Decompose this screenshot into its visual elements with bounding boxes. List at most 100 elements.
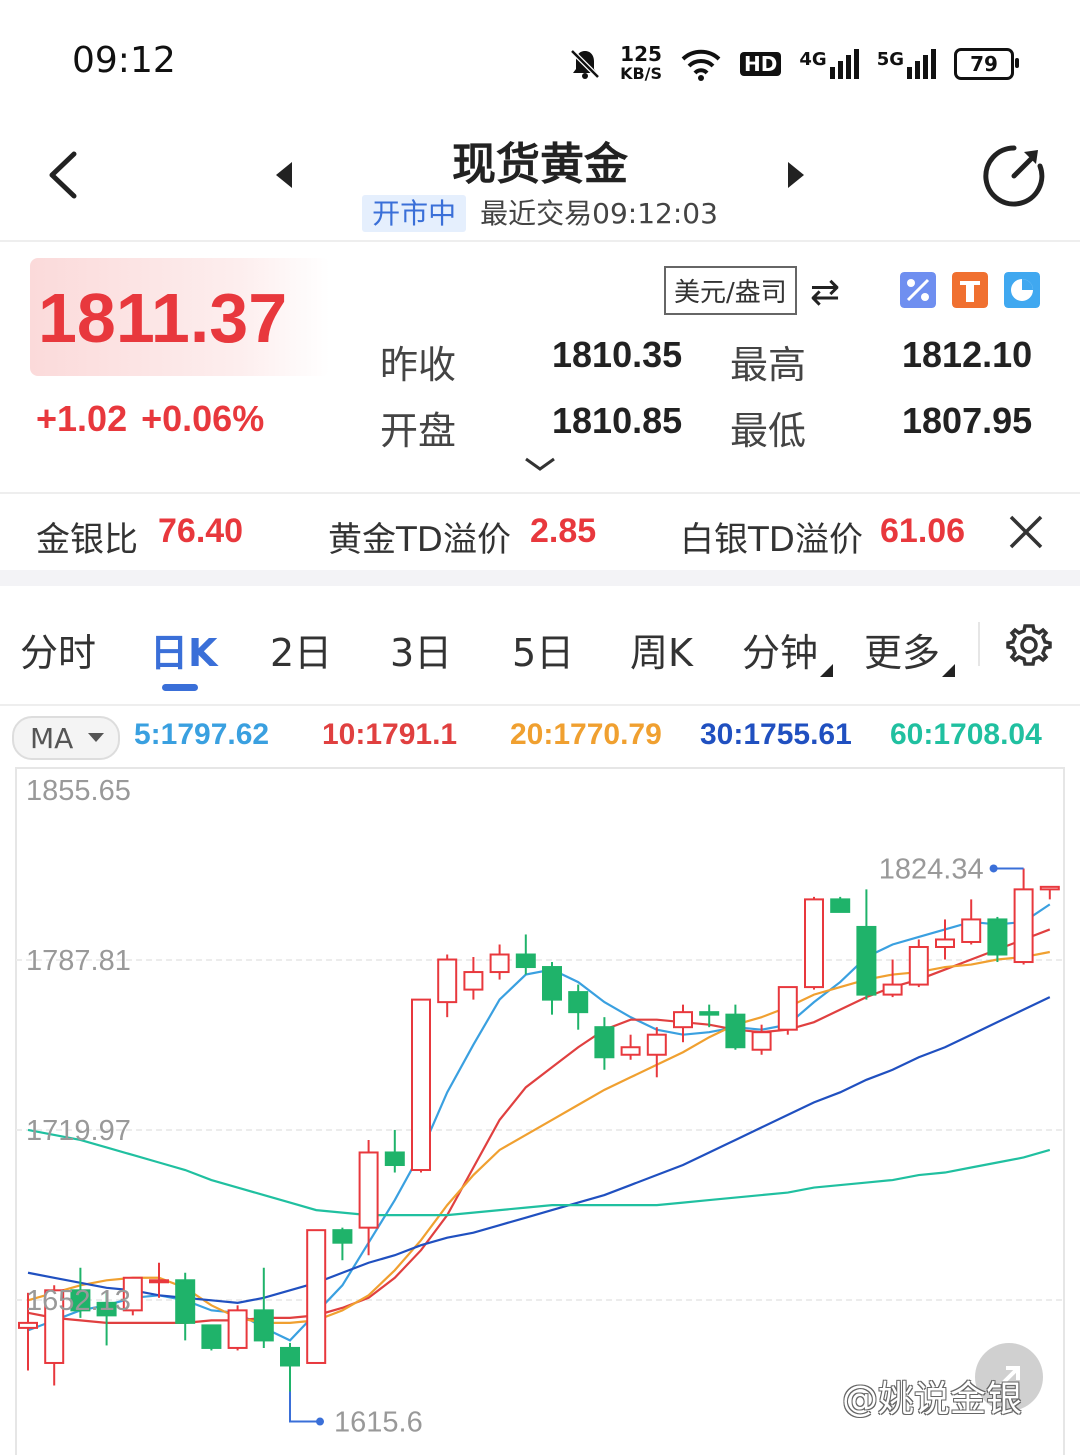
net-speed-unit: KB/S [620,64,663,83]
ma10-value: 10:1791.1 [322,718,458,751]
battery-level: 79 [970,52,998,76]
ma60-line [27,1128,1051,1217]
close-icon[interactable] [1008,514,1044,550]
max-price-label: 1824.34 [879,853,984,885]
candle-up [935,938,955,948]
tab-separator [978,622,980,666]
candle-down [253,1309,274,1342]
mute-bell-icon [570,49,600,79]
candle-down [856,925,877,996]
candle-up [149,1279,169,1284]
percent-tool-icon[interactable] [900,272,936,308]
net-speed: 125 KB/S [620,44,662,84]
alert-tool-icon[interactable] [952,272,988,308]
candle-up [306,1229,327,1364]
y-tick-label: 1855.65 [26,775,131,807]
signal-5g-icon: 5G [877,49,936,79]
ma60-value: 60:1708.04 [890,718,1042,751]
open-label: 开盘 [380,409,457,453]
expand-chevron-icon[interactable] [524,456,556,472]
refresh-icon[interactable] [982,144,1046,208]
candle-down [568,991,589,1014]
unit-selector[interactable]: 美元/盎司 [664,266,797,315]
swap-unit-icon[interactable]: ⇄ [810,272,840,313]
section-gap [0,570,1080,586]
trade-status-row: 开市中 最近交易09:12:03 [0,192,1080,232]
candle-down [725,1013,746,1049]
silver-td-premium-label: 白银TD溢价 [680,520,863,560]
net-speed-value: 125 [620,42,662,66]
candle-up [777,986,798,1031]
min-price-label: 1615.6 [334,1407,423,1439]
quote-divider [0,492,1080,494]
ma30-value: 30:1755.61 [700,718,852,751]
ma-indicator-selector[interactable]: MA [12,716,120,760]
candle-up [673,1011,693,1029]
tab-5day[interactable]: 5日 [512,622,574,677]
header-divider [0,240,1080,242]
price-change: +1.02 +0.06% [36,398,264,440]
last-price: 1811.37 [38,279,288,357]
candle-up [489,953,510,974]
chart-grid [16,959,1064,1301]
candle-up [18,1321,38,1329]
watermark: @姚说金银 [842,1379,1023,1420]
candle-down [594,1026,615,1059]
candle-up [463,971,484,991]
ma5-line [27,903,1051,1342]
y-tick-label: 1652.13 [26,1285,131,1317]
tab-2day[interactable]: 2日 [270,622,332,677]
tab-3day[interactable]: 3日 [390,622,452,677]
prev-close-label: 昨收 [380,343,457,387]
candle-down [830,898,851,913]
ma20-value: 20:1770.79 [510,718,662,751]
candle-down [384,1151,405,1167]
kline-chart[interactable]: 1855.651787.811719.971652.131584.29 1824… [0,760,1080,1455]
tab-weekly-k[interactable]: 周K [630,622,693,677]
hd-badge: HD [740,52,782,76]
gold-td-premium-label: 黄金TD溢价 [328,520,511,560]
high-label: 最高 [730,343,807,387]
open-value: 1810.85 [552,400,683,441]
tab-minute[interactable]: 分钟 [742,622,818,677]
min-leader [289,1391,320,1423]
page-title: 现货黄金 [452,139,628,190]
signal-5g-label: 5G [876,49,904,70]
active-tab-indicator [162,684,198,691]
candle-down [280,1346,300,1367]
gold-td-premium-value: 2.85 [530,512,597,550]
candle-up [751,1031,772,1051]
ma30-line [27,996,1051,1304]
status-icons: 125 KB/S HD 4G 5G 79 [568,40,1019,88]
ma20-line [27,950,1051,1324]
min-dot [316,1417,324,1426]
ma-button-label: MA [30,722,74,755]
candle-up [908,945,929,986]
candle-up [882,983,903,996]
ma5-value: 5:1797.62 [134,718,270,751]
tab-daily-k[interactable]: 日K [150,622,217,677]
next-instrument-icon[interactable] [786,160,806,190]
ma-dropdown-icon [88,733,104,742]
tab-intraday[interactable]: 分时 [20,622,96,677]
y-tick-label: 1719.97 [26,1115,131,1147]
battery-icon: 79 [954,48,1019,80]
candle-down [987,918,1008,956]
ma-lines [27,903,1051,1342]
candle-up [1013,888,1034,964]
candle-up [411,998,431,1172]
tab-more[interactable]: 更多 [864,622,940,677]
pie-tool-icon[interactable] [1004,272,1040,308]
status-time: 09:12 [72,40,176,81]
prev-close-value: 1810.35 [552,334,683,375]
candle-up [1039,885,1060,891]
candle-up [620,1046,641,1056]
candle-down [699,1011,720,1016]
gear-icon[interactable] [1006,622,1052,668]
signal-4g-label: 4G [799,49,827,70]
silver-td-premium-value: 61.06 [880,512,966,550]
candle-down [515,953,536,969]
high-value: 1812.10 [902,334,1033,375]
chart-annotations: 1824.34 1615.6 [289,853,1024,1439]
change-percent: +0.06% [141,398,265,439]
